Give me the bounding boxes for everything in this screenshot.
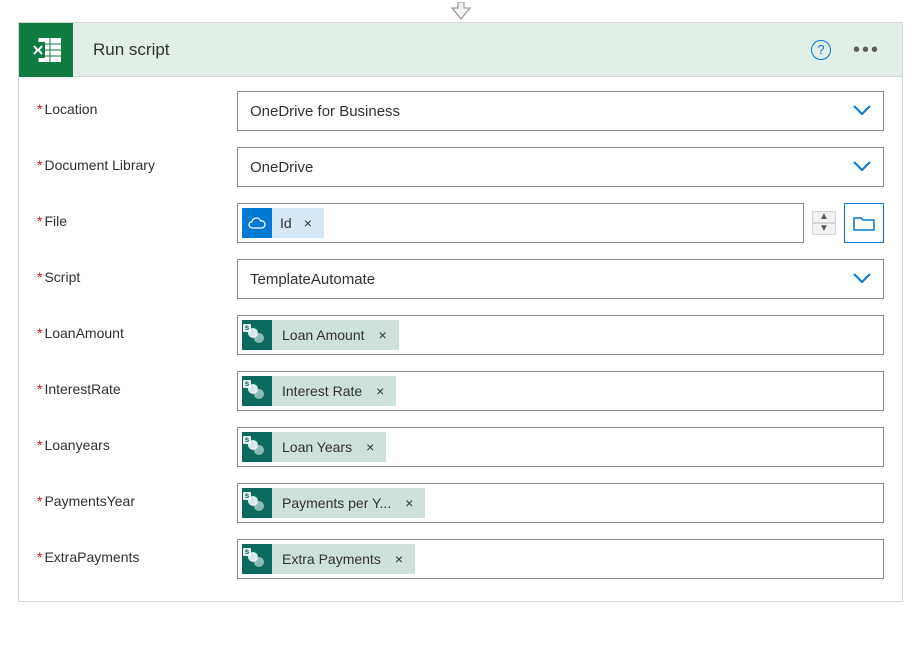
interestrate-token[interactable]: s Interest Rate × — [242, 376, 396, 406]
flow-arrow-icon — [450, 2, 472, 23]
label-extrapayments: *ExtraPayments — [37, 539, 237, 565]
file-token[interactable]: Id × — [242, 208, 324, 238]
token-label: Interest Rate — [282, 383, 362, 399]
help-icon[interactable]: ? — [811, 40, 831, 60]
extrapayments-token[interactable]: s Extra Payments × — [242, 544, 415, 574]
onedrive-icon — [242, 208, 272, 238]
chevron-down-icon — [853, 103, 871, 119]
more-icon[interactable]: ••• — [853, 40, 880, 60]
token-label: Loan Amount — [282, 327, 365, 343]
file-stepper: ▲ ▼ — [812, 203, 836, 243]
extrapayments-input[interactable]: s Extra Payments × — [237, 539, 884, 579]
loanamount-input[interactable]: s Loan Amount × — [237, 315, 884, 355]
sharepoint-icon: s — [242, 488, 272, 518]
label-loanyears: *Loanyears — [37, 427, 237, 453]
label-location: *Location — [37, 91, 237, 117]
script-value: TemplateAutomate — [250, 271, 853, 288]
browse-folder-button[interactable] — [844, 203, 884, 243]
paymentsyear-token[interactable]: s Payments per Y... × — [242, 488, 425, 518]
file-token-label: Id — [280, 215, 292, 231]
interestrate-input[interactable]: s Interest Rate × — [237, 371, 884, 411]
location-value: OneDrive for Business — [250, 103, 853, 120]
loanyears-input[interactable]: s Loan Years × — [237, 427, 884, 467]
label-interestrate: *InterestRate — [37, 371, 237, 397]
sharepoint-icon: s — [242, 544, 272, 574]
card-header[interactable]: Run script ? ••• — [19, 23, 902, 77]
file-input[interactable]: Id × — [237, 203, 804, 243]
library-select[interactable]: OneDrive — [237, 147, 884, 187]
remove-token-icon[interactable]: × — [375, 327, 391, 343]
label-library: *Document Library — [37, 147, 237, 173]
token-label: Loan Years — [282, 439, 352, 455]
remove-token-icon[interactable]: × — [401, 495, 417, 511]
script-select[interactable]: TemplateAutomate — [237, 259, 884, 299]
remove-token-icon[interactable]: × — [372, 383, 388, 399]
label-file: *File — [37, 203, 237, 229]
remove-token-icon[interactable]: × — [300, 215, 316, 231]
card-title: Run script — [73, 40, 811, 60]
loanamount-token[interactable]: s Loan Amount × — [242, 320, 399, 350]
library-value: OneDrive — [250, 159, 853, 176]
chevron-down-icon — [853, 271, 871, 287]
token-label: Extra Payments — [282, 551, 381, 567]
remove-token-icon[interactable]: × — [362, 439, 378, 455]
excel-icon — [19, 23, 73, 77]
loanyears-token[interactable]: s Loan Years × — [242, 432, 386, 462]
folder-icon — [853, 215, 875, 231]
label-loanamount: *LoanAmount — [37, 315, 237, 341]
token-label: Payments per Y... — [282, 495, 391, 511]
action-card-run-script: Run script ? ••• *Location OneDrive for … — [18, 22, 903, 602]
label-script: *Script — [37, 259, 237, 285]
remove-token-icon[interactable]: × — [391, 551, 407, 567]
stepper-down[interactable]: ▼ — [812, 223, 836, 235]
paymentsyear-input[interactable]: s Payments per Y... × — [237, 483, 884, 523]
label-paymentsyear: *PaymentsYear — [37, 483, 237, 509]
sharepoint-icon: s — [242, 320, 272, 350]
sharepoint-icon: s — [242, 376, 272, 406]
stepper-up[interactable]: ▲ — [812, 211, 836, 223]
sharepoint-icon: s — [242, 432, 272, 462]
location-select[interactable]: OneDrive for Business — [237, 91, 884, 131]
chevron-down-icon — [853, 159, 871, 175]
card-body: *Location OneDrive for Business *Documen… — [19, 77, 902, 601]
